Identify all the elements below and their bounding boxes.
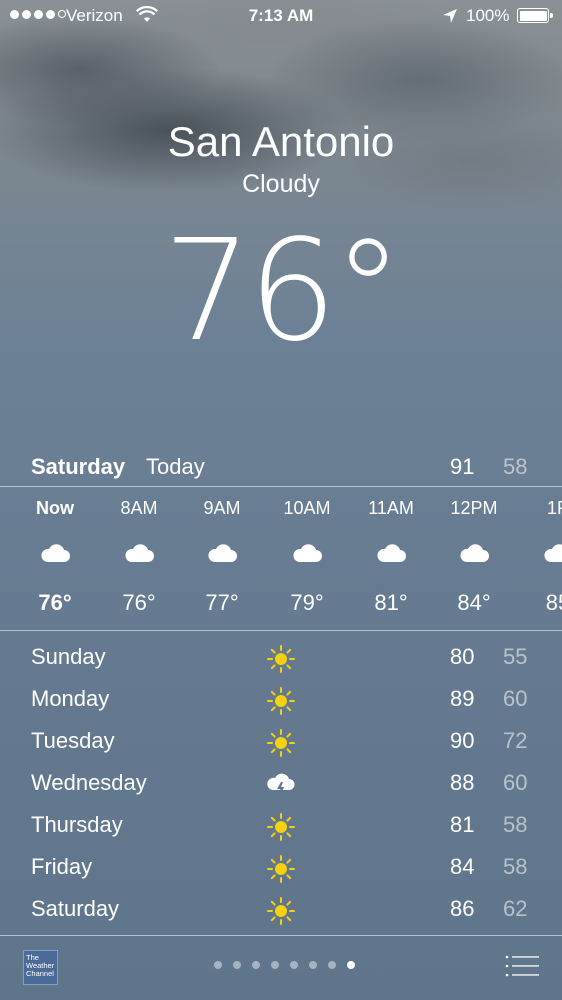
day-name: Saturday xyxy=(31,896,120,921)
city-list-button[interactable] xyxy=(505,955,539,977)
sun-icon xyxy=(266,686,296,716)
location-arrow-icon xyxy=(442,8,458,29)
thunderstorm-icon xyxy=(266,770,296,800)
sun-icon xyxy=(266,728,296,758)
page-dot xyxy=(233,961,241,969)
page-indicator[interactable] xyxy=(214,961,355,969)
list-icon xyxy=(505,955,539,977)
footer-toolbar: The Weather Channel xyxy=(0,935,562,1000)
day-low: 60 xyxy=(503,770,528,795)
sun-icon xyxy=(266,812,296,842)
battery-percentage: 100% xyxy=(466,6,510,25)
day-name: Sunday xyxy=(31,644,106,669)
hour-temperature: 84° xyxy=(457,590,491,615)
day-low: 58 xyxy=(503,854,528,879)
city-name: San Antonio xyxy=(167,118,395,165)
day-name: Monday xyxy=(31,686,110,711)
day-high: 88 xyxy=(450,770,475,795)
daily-row: Monday 89 60 xyxy=(0,682,562,724)
page-dot xyxy=(214,961,222,969)
page-dot xyxy=(290,961,298,969)
page-dot xyxy=(252,961,260,969)
page-dot-active xyxy=(347,961,355,969)
current-temperature: 76° xyxy=(162,210,403,373)
day-name: Tuesday xyxy=(31,728,115,753)
hour-temperature: 77° xyxy=(205,590,239,615)
hour-label: 1P xyxy=(546,498,562,518)
day-high: 81 xyxy=(450,812,475,837)
day-high: 90 xyxy=(450,728,475,753)
daily-row: Friday 84 58 xyxy=(0,850,562,892)
hourly-forecast-scroller[interactable]: Now 76° 8AM 76° 9AM 77° 10AM 79° 11AM 81… xyxy=(0,488,562,630)
hour-label: 9AM xyxy=(203,498,241,518)
hour-temperature: 85 xyxy=(545,590,562,615)
cloud-icon xyxy=(40,542,70,564)
cloud-icon xyxy=(207,542,237,564)
day-low: 72 xyxy=(503,728,528,753)
cloud-icon xyxy=(459,542,489,564)
day-name: Wednesday xyxy=(31,770,147,795)
sun-icon xyxy=(266,854,296,884)
daily-row: Wednesday 88 60 xyxy=(0,766,562,808)
hour-label: Now xyxy=(36,498,74,518)
hour-label: 8AM xyxy=(120,498,158,518)
hour-label: 10AM xyxy=(283,498,331,518)
battery-icon xyxy=(517,8,553,23)
day-high: 86 xyxy=(450,896,475,921)
cloud-icon xyxy=(124,542,154,564)
today-high: 91 xyxy=(450,454,475,479)
page-dot xyxy=(328,961,336,969)
day-low: 60 xyxy=(503,686,528,711)
daily-row: Thursday 81 58 xyxy=(0,808,562,850)
page-dot xyxy=(309,961,317,969)
status-bar: Verizon 7:13 AM 100% xyxy=(0,0,562,32)
cloud-icon xyxy=(376,542,406,564)
today-label: Today xyxy=(146,454,205,479)
today-summary: Saturday Today 91 58 xyxy=(0,450,562,486)
hour-temperature: 76° xyxy=(38,590,72,615)
hour-temperature: 76° xyxy=(122,590,156,615)
hour-label: 11AM xyxy=(368,498,414,518)
daily-row: Saturday 86 62 xyxy=(0,892,562,934)
today-day: Saturday xyxy=(31,454,126,479)
hour-label: 12PM xyxy=(450,498,498,518)
today-low: 58 xyxy=(503,454,528,479)
day-high: 89 xyxy=(450,686,475,711)
day-name: Thursday xyxy=(31,812,123,837)
cloud-icon xyxy=(543,542,562,564)
day-name: Friday xyxy=(31,854,93,879)
weather-channel-logo[interactable]: The Weather Channel xyxy=(23,950,58,985)
current-condition: Cloudy xyxy=(242,170,320,198)
day-low: 55 xyxy=(503,644,528,669)
sun-icon xyxy=(266,896,296,926)
divider-middle xyxy=(0,630,562,631)
hour-temperature: 81° xyxy=(374,590,408,615)
day-low: 58 xyxy=(503,812,528,837)
daily-row: Sunday 80 55 xyxy=(0,640,562,682)
page-dot xyxy=(271,961,279,969)
sun-icon xyxy=(266,644,296,674)
hour-temperature: 79° xyxy=(290,590,324,615)
day-high: 80 xyxy=(450,644,475,669)
day-high: 84 xyxy=(450,854,475,879)
day-low: 62 xyxy=(503,896,528,921)
divider-top xyxy=(0,486,562,487)
cloud-icon xyxy=(292,542,322,564)
daily-row: Tuesday 90 72 xyxy=(0,724,562,766)
